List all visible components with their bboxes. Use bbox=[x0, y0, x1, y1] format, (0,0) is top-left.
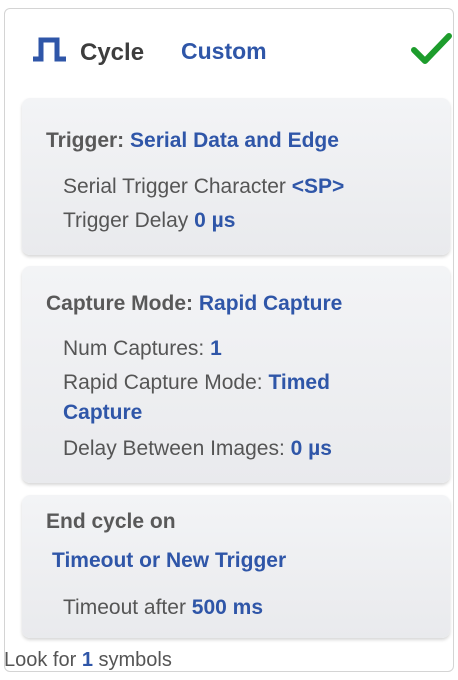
num-captures-label: Num Captures: bbox=[63, 337, 205, 360]
look-for-prefix: Look for bbox=[4, 649, 77, 671]
look-for-suffix: symbols bbox=[98, 649, 172, 671]
capture-mode-card[interactable]: Capture Mode: Rapid Capture Num Captures… bbox=[22, 266, 450, 483]
trigger-title-label: Trigger: bbox=[46, 129, 125, 152]
cycle-header: Cycle Custom bbox=[5, 9, 453, 85]
num-captures-value: 1 bbox=[210, 337, 222, 360]
rapid-capture-mode-label: Rapid Capture Mode: bbox=[63, 371, 263, 394]
trigger-delay-label: Trigger Delay bbox=[63, 209, 189, 232]
delay-between-images-label: Delay Between Images: bbox=[63, 437, 285, 460]
square-wave-icon bbox=[33, 37, 66, 62]
capture-mode-value: Rapid Capture bbox=[198, 292, 343, 315]
num-captures-row: Num Captures: 1 bbox=[63, 336, 222, 362]
end-cycle-mode-value: Timeout or New Trigger bbox=[52, 549, 287, 572]
timeout-label: Timeout after bbox=[63, 596, 186, 619]
look-for-symbols[interactable]: Look for 1 symbols bbox=[4, 648, 172, 672]
rapid-capture-mode-value-line2: Capture bbox=[63, 401, 143, 424]
rapid-capture-mode-row: Rapid Capture Mode: Timed bbox=[63, 370, 330, 396]
end-cycle-title: End cycle on bbox=[46, 510, 176, 533]
serial-trigger-character-row: Serial Trigger Character <SP> bbox=[63, 174, 344, 200]
serial-trigger-character-label: Serial Trigger Character bbox=[63, 175, 286, 198]
delay-between-images-row: Delay Between Images: 0 µs bbox=[63, 436, 332, 462]
trigger-delay-row: Trigger Delay 0 µs bbox=[63, 208, 235, 234]
cycle-title: Cycle bbox=[80, 39, 145, 66]
delay-between-images-value: 0 µs bbox=[290, 437, 332, 460]
rapid-capture-mode-value-line1: Timed bbox=[268, 371, 330, 394]
cycle-panel: Cycle Custom Trigger: Serial Data and Ed… bbox=[4, 8, 454, 672]
cycle-mode-link[interactable]: Custom bbox=[181, 38, 267, 65]
capture-mode-title: Capture Mode: Rapid Capture bbox=[46, 291, 342, 317]
symbol-count-value: 1 bbox=[81, 649, 93, 671]
serial-trigger-character-value: <SP> bbox=[291, 175, 345, 198]
timeout-row: Timeout after 500 ms bbox=[63, 595, 263, 621]
capture-mode-label: Capture Mode: bbox=[46, 292, 193, 315]
trigger-delay-value: 0 µs bbox=[194, 209, 236, 232]
end-cycle-card[interactable]: End cycle on Timeout or New Trigger Time… bbox=[22, 495, 450, 638]
checkmark-icon[interactable] bbox=[409, 31, 453, 67]
trigger-title: Trigger: Serial Data and Edge bbox=[46, 128, 339, 154]
timeout-value: 500 ms bbox=[191, 596, 264, 619]
trigger-type-value: Serial Data and Edge bbox=[130, 129, 339, 152]
trigger-card[interactable]: Trigger: Serial Data and Edge Serial Tri… bbox=[22, 98, 450, 255]
